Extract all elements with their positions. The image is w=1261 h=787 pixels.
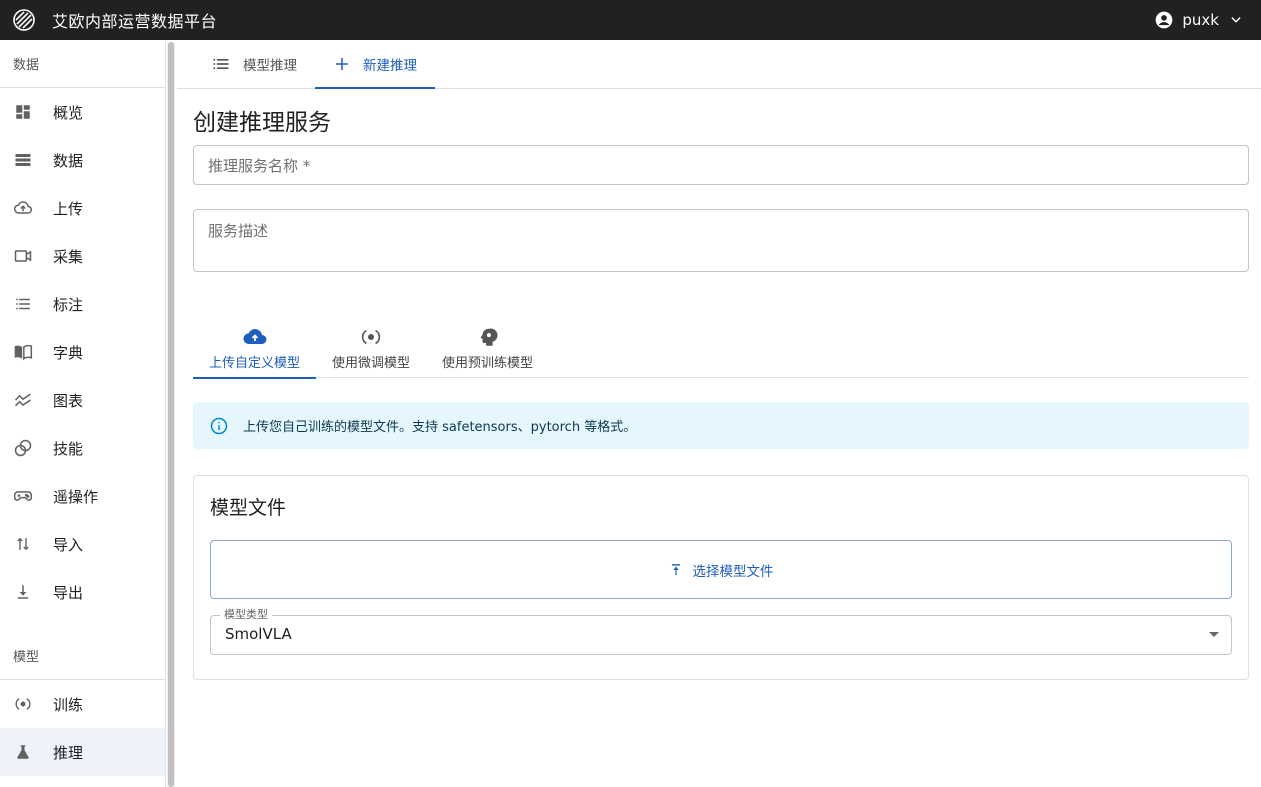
cloud-upload-icon	[13, 198, 33, 218]
sidebar-item-label: 字典	[53, 343, 84, 362]
sidebar-item-teleop[interactable]: 遥操作	[0, 472, 165, 520]
sidebar-item-upload[interactable]: 上传	[0, 184, 165, 232]
model-type-label: 模型类型	[220, 608, 272, 622]
sidebar-scrollbar[interactable]	[167, 42, 175, 787]
sidebar-item-chart[interactable]: 图表	[0, 376, 165, 424]
sidebar-item-label: 训练	[53, 695, 84, 714]
upload-icon	[669, 563, 683, 577]
sidebar-item-label: 标注	[53, 295, 84, 314]
service-description-input[interactable]: 服务描述	[193, 209, 1249, 272]
tab-label: 新建推理	[363, 58, 417, 74]
model-type-value: SmolVLA	[225, 625, 292, 643]
info-alert: 上传您自己训练的模型文件。支持 safetensors、pytorch 等格式。	[193, 402, 1249, 449]
training-icon	[360, 326, 382, 348]
service-name-input[interactable]: 推理服务名称 *	[193, 145, 1249, 185]
cloud-upload-icon	[242, 326, 268, 348]
tab-use-finetuned-model[interactable]: 使用微调模型	[316, 318, 426, 378]
alert-text: 上传您自己训练的模型文件。支持 safetensors、pytorch 等格式。	[243, 420, 637, 435]
sidebar: 数据 概览 数据 上传 采集 标注 字典 图表 技能 遥操作 导入 导出 模型 …	[0, 40, 166, 787]
sidebar-item-label: 技能	[53, 439, 84, 458]
main-content: 模型推理 新建推理 创建推理服务 推理服务名称 * 服务描述 上传自定义模型 使…	[177, 40, 1261, 787]
sidebar-item-training[interactable]: 训练	[0, 680, 165, 728]
gamepad-icon	[13, 486, 33, 506]
sidebar-item-label: 上传	[53, 199, 84, 218]
user-menu-button[interactable]: puxk	[1154, 0, 1243, 40]
tab-label: 模型推理	[243, 58, 297, 74]
book-icon	[13, 342, 33, 362]
training-icon	[13, 694, 33, 714]
list-icon	[13, 294, 33, 314]
sidebar-item-label: 概览	[53, 103, 84, 122]
sidebar-item-capture[interactable]: 采集	[0, 232, 165, 280]
info-icon	[209, 416, 229, 436]
user-name: puxk	[1182, 11, 1219, 29]
dropdown-arrow-icon	[1209, 632, 1219, 637]
sidebar-item-skills[interactable]: 技能	[0, 424, 165, 472]
sidebar-item-export[interactable]: 导出	[0, 568, 165, 616]
flask-icon	[13, 742, 33, 762]
scrollbar-thumb[interactable]	[168, 42, 174, 787]
video-camera-icon	[13, 246, 33, 266]
sidebar-item-dictionary[interactable]: 字典	[0, 328, 165, 376]
sidebar-item-label: 数据	[53, 151, 84, 170]
card-title: 模型文件	[210, 497, 287, 519]
sidebar-item-import[interactable]: 导入	[0, 520, 165, 568]
sidebar-section-data: 数据	[0, 40, 165, 88]
model-file-card: 模型文件 选择模型文件 模型类型 SmolVLA	[193, 475, 1249, 680]
sidebar-item-label: 导入	[53, 535, 84, 554]
tab-upload-custom-model[interactable]: 上传自定义模型	[193, 318, 317, 379]
top-app-bar: 艾欧内部运营数据平台 puxk	[0, 0, 1261, 40]
sidebar-item-label: 导出	[53, 583, 84, 602]
sidebar-item-annotate[interactable]: 标注	[0, 280, 165, 328]
app-title: 艾欧内部运营数据平台	[52, 12, 218, 31]
dashboard-icon	[13, 102, 33, 122]
tab-new-inference[interactable]: 新建推理	[315, 40, 435, 89]
upload-label: 选择模型文件	[692, 563, 774, 580]
service-name-placeholder: 推理服务名称 *	[208, 156, 311, 175]
chart-icon	[13, 390, 33, 410]
sidebar-item-label: 推理	[53, 743, 84, 762]
sidebar-section-model: 模型	[0, 632, 165, 680]
select-model-file-button[interactable]: 选择模型文件	[210, 540, 1232, 599]
download-icon	[13, 582, 33, 602]
skill-icon	[13, 438, 33, 458]
chevron-down-icon	[1229, 13, 1243, 27]
tab-label: 使用预训练模型	[442, 355, 534, 371]
service-description-placeholder: 服务描述	[208, 222, 269, 240]
account-circle-icon	[1154, 10, 1174, 30]
model-source-tabs: 上传自定义模型 使用微调模型 使用预训练模型	[193, 318, 1249, 379]
list-icon	[211, 54, 231, 74]
sidebar-item-inference[interactable]: 推理	[0, 728, 165, 776]
page-title: 创建推理服务	[193, 110, 331, 136]
psychology-head-icon	[477, 326, 499, 348]
tab-inference-list[interactable]: 模型推理	[193, 40, 315, 88]
top-tabs: 模型推理 新建推理	[177, 40, 1261, 89]
sidebar-item-label: 采集	[53, 247, 84, 266]
plus-icon	[333, 55, 351, 73]
tab-label: 使用微调模型	[332, 355, 411, 371]
sidebar-item-data[interactable]: 数据	[0, 136, 165, 184]
storage-icon	[13, 150, 33, 170]
logo-icon[interactable]	[12, 8, 36, 32]
import-arrows-icon	[13, 534, 33, 554]
model-type-select[interactable]: 模型类型 SmolVLA	[210, 608, 1232, 655]
tab-label: 上传自定义模型	[209, 355, 301, 371]
sidebar-item-overview[interactable]: 概览	[0, 88, 165, 136]
tab-use-pretrained-model[interactable]: 使用预训练模型	[426, 318, 549, 378]
sidebar-item-label: 图表	[53, 391, 84, 410]
sidebar-item-label: 遥操作	[53, 487, 99, 506]
